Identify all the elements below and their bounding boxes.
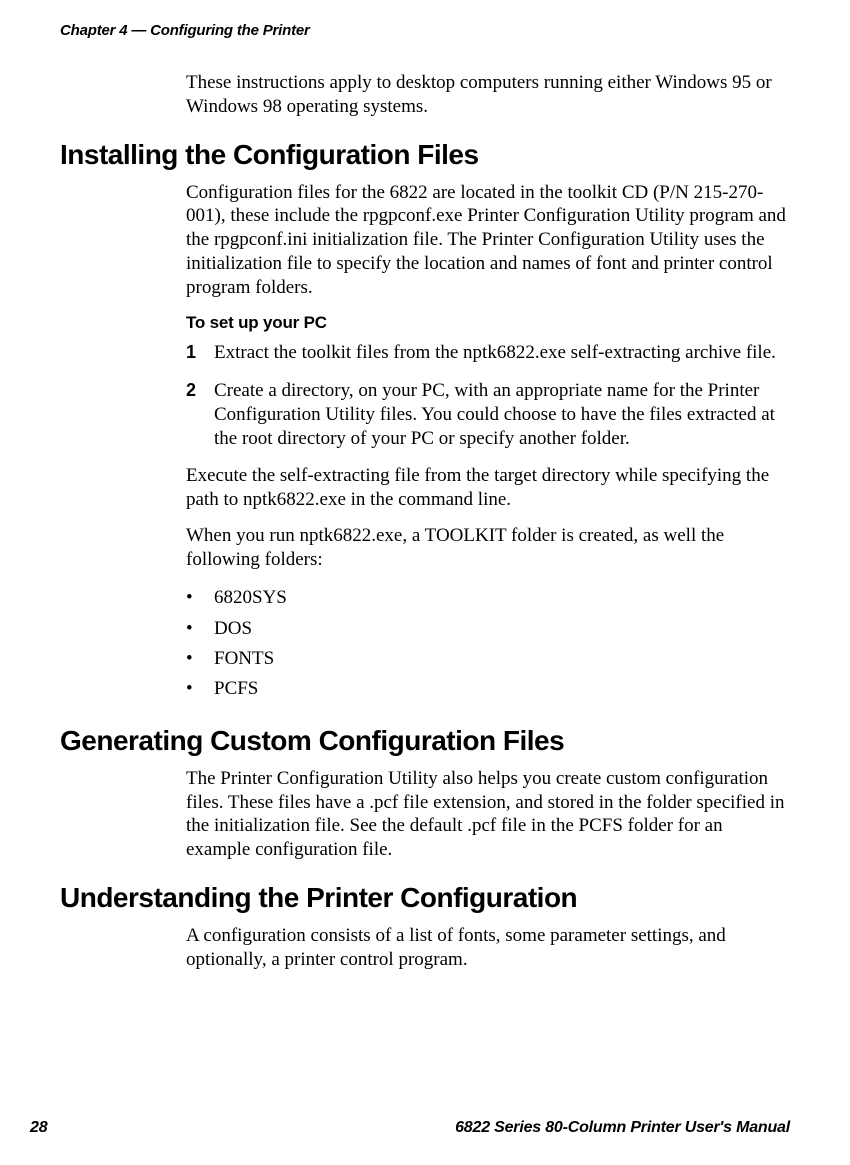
folder-name: 6820SYS [214,587,287,608]
folder-name: FONTS [214,648,274,669]
page-footer: 28 6822 Series 80-Column Printer User's … [30,1119,790,1137]
folder-name: DOS [214,618,252,639]
heading-generating: Generating Custom Configuration Files [60,725,790,757]
step-number: 1 [186,341,196,364]
step-text: Create a directory, on your PC, with an … [214,380,775,449]
content-column: These instructions apply to desktop comp… [60,71,790,971]
section2-paragraph: The Printer Configuration Utility also h… [186,767,790,862]
section3-paragraph: A configuration consists of a list of fo… [186,924,790,972]
list-item: 2 Create a directory, on your PC, with an… [186,379,790,450]
subhead-setup-pc: To set up your PC [186,313,790,333]
folders-list: 6820SYS DOS FONTS PCFS [186,583,790,705]
list-item: 6820SYS [186,583,790,613]
page-number: 28 [30,1119,47,1137]
heading-installing: Installing the Configuration Files [60,139,790,171]
step-number: 2 [186,379,196,402]
step-text: Extract the toolkit files from the nptk6… [214,342,776,363]
intro-paragraph: These instructions apply to desktop comp… [186,71,790,119]
list-item: 1 Extract the toolkit files from the nptk… [186,341,790,365]
heading-understanding: Understanding the Printer Configuration [60,882,790,914]
section1-paragraph3: When you run nptk6822.exe, a TOOLKIT fol… [186,524,790,572]
page-container: Chapter 4 — Configuring the Printer Thes… [0,0,850,1165]
section1-paragraph: Configuration files for the 6822 are loc… [186,181,790,300]
section1-paragraph2: Execute the self-extracting file from th… [186,464,790,512]
folder-name: PCFS [214,678,258,699]
list-item: PCFS [186,674,790,704]
running-header: Chapter 4 — Configuring the Printer [60,22,790,39]
setup-steps-list: 1 Extract the toolkit files from the nptk… [186,341,790,450]
list-item: FONTS [186,644,790,674]
footer-doc-title: 6822 Series 80-Column Printer User's Man… [455,1119,790,1137]
list-item: DOS [186,614,790,644]
